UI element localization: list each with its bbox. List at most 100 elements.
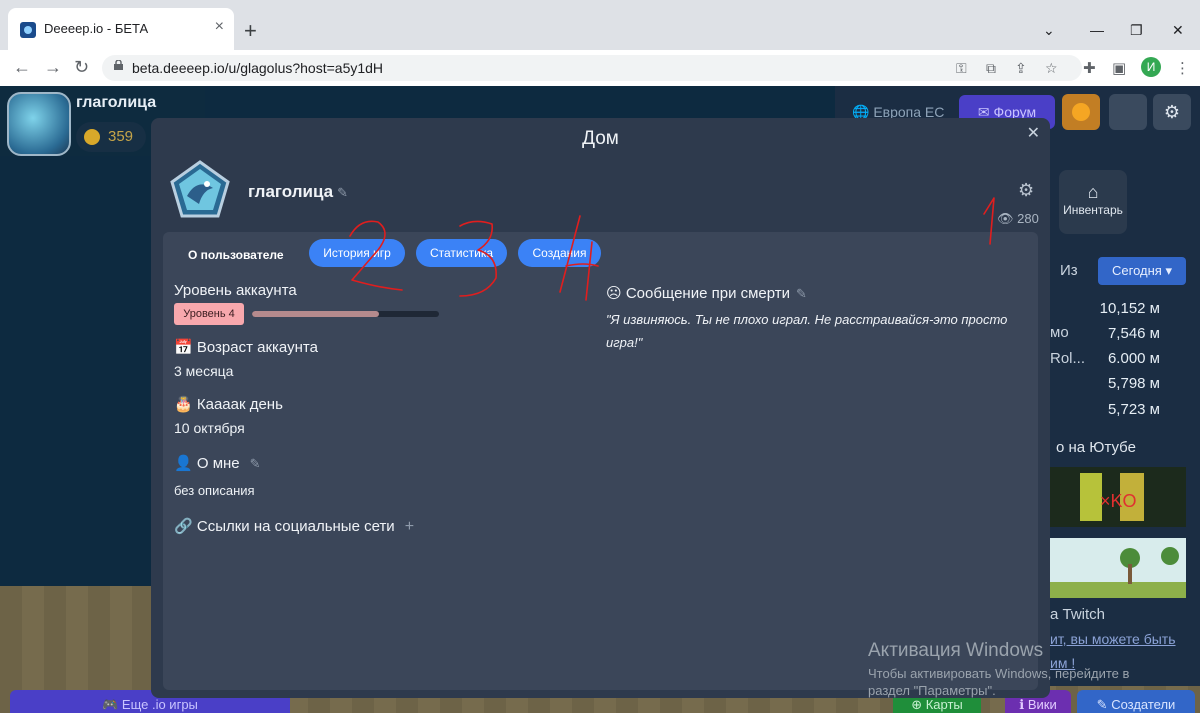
tab-search-icon[interactable]: ⌄ bbox=[1043, 22, 1055, 39]
watermark-line: раздел "Параметры". bbox=[868, 683, 996, 698]
account-level-label: Уровень аккаунта bbox=[174, 282, 297, 299]
social-links-label-text: Ссылки на социальные сети bbox=[196, 518, 395, 535]
leaderboard-name[interactable]: Rol... bbox=[1050, 350, 1085, 367]
inventory-button[interactable]: ⌂ Инвентарь bbox=[1059, 170, 1127, 234]
menu-icon[interactable]: ⋮ bbox=[1175, 59, 1190, 77]
restore-icon[interactable]: ❐ bbox=[1130, 22, 1143, 39]
profile-settings-gear-icon[interactable]: ⚙ bbox=[1018, 180, 1034, 201]
key-icon[interactable]: ⚿ bbox=[956, 60, 967, 77]
leaderboard-score: 7,546 м bbox=[1107, 325, 1160, 342]
profile-modal: Дом ✕ глаголица ✎ ⚙ 👁 280 О пользователе … bbox=[151, 118, 1050, 698]
inventory-label: Инвентарь bbox=[1063, 203, 1123, 217]
close-icon[interactable]: ✕ bbox=[1027, 123, 1040, 143]
modal-title: Дом bbox=[582, 128, 619, 149]
bookmark-star-icon[interactable]: ☆ bbox=[1045, 60, 1058, 77]
youtube-thumbnail[interactable] bbox=[1050, 538, 1186, 598]
tab-close-icon[interactable]: × bbox=[215, 18, 224, 36]
level-progress-fill bbox=[252, 311, 380, 317]
youtube-section-title: о на Ютубе bbox=[1056, 439, 1136, 456]
windows-activation-watermark: Активация Windows Чтобы активировать Win… bbox=[868, 640, 1129, 698]
cake-icon: 🎂 bbox=[174, 396, 193, 413]
coin-counter: 359 bbox=[76, 122, 146, 152]
gear-icon: ⚙ bbox=[1163, 102, 1181, 122]
watermark-title: Активация Windows bbox=[868, 640, 1044, 661]
leaderboard-score: 6.000 м bbox=[1107, 350, 1160, 367]
warehouse-icon: ⌂ bbox=[1087, 182, 1099, 202]
death-message-text: "Я извиняюсь. Ты не плохо играл. Не расс… bbox=[606, 312, 1008, 350]
tab-statistics[interactable]: Статистика bbox=[416, 239, 507, 267]
tab-game-history[interactable]: История игр bbox=[309, 239, 405, 267]
back-icon[interactable]: ← bbox=[13, 57, 31, 78]
svg-text:×KO: ×KO bbox=[1100, 491, 1137, 511]
add-social-link-plus-icon[interactable]: + bbox=[405, 518, 414, 535]
account-age-label-text: Возраст аккаунта bbox=[196, 339, 318, 356]
calendar-icon: 📅 bbox=[174, 339, 193, 356]
reddit-icon bbox=[1072, 103, 1090, 121]
edit-death-message-pencil-icon[interactable]: ✎ bbox=[796, 286, 807, 301]
death-message-label-text: Сообщение при смерти bbox=[625, 285, 791, 302]
leaderboard-from-label: Из bbox=[1060, 262, 1078, 279]
account-age-value: 3 месяца bbox=[174, 363, 234, 379]
link-icon: 🔗 bbox=[174, 518, 193, 535]
period-dropdown[interactable]: Сегодня ▾ bbox=[1098, 257, 1186, 285]
sad-face-icon: ☹ bbox=[606, 285, 622, 302]
discord-button[interactable] bbox=[1109, 94, 1147, 130]
youtube-thumbnail[interactable]: ×KO bbox=[1050, 467, 1186, 527]
address-bar[interactable]: beta.deeeep.io/u/glagolus?host=a5y1dH ⚿ … bbox=[102, 55, 1082, 81]
more-games-label: Еще .io игры bbox=[121, 697, 198, 712]
wiki-label: Вики bbox=[1027, 697, 1057, 712]
profile-content-panel: О пользователе История игр Статистика Со… bbox=[163, 232, 1038, 690]
profile-username: глаголица ✎ bbox=[248, 182, 348, 202]
leaderboard-name[interactable]: мо bbox=[1050, 324, 1069, 341]
watermark-line: Чтобы активировать Windows, перейдите в bbox=[868, 666, 1130, 681]
birthday-value: 10 октября bbox=[174, 420, 245, 436]
account-age-label: 📅 Возраст аккаунта bbox=[174, 338, 318, 356]
about-me-label: 👤 О мне ✎ bbox=[174, 454, 261, 472]
forward-icon[interactable]: → bbox=[44, 57, 62, 78]
birthday-label-text: Каааак день bbox=[196, 396, 283, 413]
extensions-icon[interactable]: ✚ bbox=[1083, 59, 1096, 77]
views-count: 280 bbox=[1017, 211, 1039, 226]
eye-icon: 👁 bbox=[997, 211, 1014, 226]
player-name: глаголица bbox=[76, 94, 157, 111]
twitch-section-title: а Twitch bbox=[1050, 606, 1106, 623]
birthday-label: 🎂 Каааак день bbox=[174, 395, 283, 413]
social-links-label: 🔗 Ссылки на социальные сети + bbox=[174, 517, 414, 536]
profile-avatar[interactable]: И bbox=[1141, 57, 1161, 77]
reload-icon[interactable]: ↻ bbox=[74, 57, 89, 78]
about-me-value: без описания bbox=[174, 483, 255, 498]
tab-title: Deeeep.io - БЕТА bbox=[44, 21, 149, 36]
settings-button[interactable]: ⚙ bbox=[1153, 94, 1191, 130]
lock-icon bbox=[114, 60, 123, 70]
browser-toolbar: ← → ↻ beta.deeeep.io/u/glagolus?host=a5y… bbox=[0, 50, 1200, 87]
tab-about[interactable]: О пользователе bbox=[188, 248, 284, 262]
window-close-icon[interactable]: ✕ bbox=[1172, 22, 1184, 39]
coin-icon bbox=[84, 129, 100, 145]
creators-label: Создатели bbox=[1111, 697, 1176, 712]
profile-avatar-image[interactable] bbox=[169, 160, 231, 222]
coin-count: 359 bbox=[108, 128, 134, 145]
tab-creations[interactable]: Создания bbox=[518, 239, 601, 267]
level-badge: Уровень 4 bbox=[174, 303, 244, 325]
browser-tabstrip: Deeeep.io - БЕТА × + ⌄ — ❐ ✕ bbox=[0, 0, 1200, 50]
browser-tab[interactable]: Deeeep.io - БЕТА × bbox=[8, 8, 234, 50]
death-message-label: ☹ Сообщение при смерти ✎ bbox=[606, 284, 807, 302]
profile-username-text: глаголица bbox=[248, 182, 334, 201]
url-text: beta.deeeep.io/u/glagolus?host=a5y1dH bbox=[132, 60, 384, 76]
edit-about-pencil-icon[interactable]: ✎ bbox=[250, 456, 261, 471]
about-me-label-text: О мне bbox=[196, 455, 240, 472]
new-tab-icon[interactable]: + bbox=[244, 20, 257, 42]
profile-views: 👁 280 bbox=[997, 211, 1039, 227]
translate-icon[interactable]: ⧉ bbox=[986, 60, 996, 77]
edit-username-pencil-icon[interactable]: ✎ bbox=[337, 185, 348, 200]
leaderboard-score: 5,798 м bbox=[1107, 375, 1160, 392]
leaderboard-score: 5,723 м bbox=[1107, 401, 1160, 418]
reddit-button[interactable] bbox=[1062, 94, 1100, 130]
minimize-icon[interactable]: — bbox=[1090, 22, 1104, 38]
share-icon[interactable]: ⇪ bbox=[1015, 60, 1027, 77]
leaderboard-score: 10,152 м bbox=[1099, 300, 1160, 317]
player-avatar[interactable] bbox=[7, 92, 71, 156]
person-icon: 👤 bbox=[174, 455, 193, 472]
side-panel-icon[interactable]: ▣ bbox=[1112, 59, 1126, 77]
deeeep-favicon-icon bbox=[20, 22, 36, 38]
